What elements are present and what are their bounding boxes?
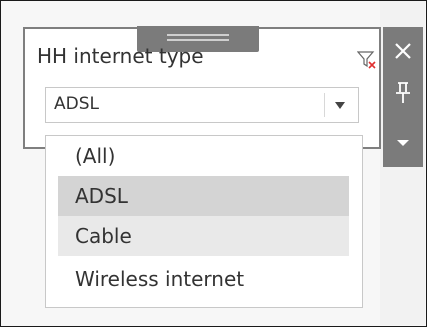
select-divider — [324, 93, 325, 117]
pin-button[interactable] — [383, 73, 423, 113]
dropdown-option-cable[interactable]: Cable — [58, 216, 349, 256]
dropdown-option-adsl[interactable]: ADSL — [58, 176, 349, 216]
clear-filter-icon[interactable] — [357, 50, 377, 70]
dropdown-arrow-icon[interactable] — [335, 102, 345, 109]
pin-icon — [396, 82, 410, 103]
side-toolbar — [383, 27, 423, 167]
grip-line — [167, 34, 229, 36]
filter-title: HH internet type — [37, 44, 204, 68]
more-options-button[interactable] — [383, 123, 423, 163]
more-options-icon — [397, 140, 409, 146]
filter-select[interactable]: ADSL — [45, 87, 359, 123]
dropdown-option-wireless-internet[interactable]: Wireless internet — [58, 259, 349, 299]
dropdown-option-all[interactable]: (All) — [58, 136, 349, 176]
close-button[interactable] — [383, 31, 423, 71]
close-icon — [395, 43, 411, 59]
grip-line — [167, 39, 229, 41]
selected-value: ADSL — [54, 94, 99, 114]
dropdown-list: (All) ADSL Cable Wireless internet — [45, 135, 363, 308]
